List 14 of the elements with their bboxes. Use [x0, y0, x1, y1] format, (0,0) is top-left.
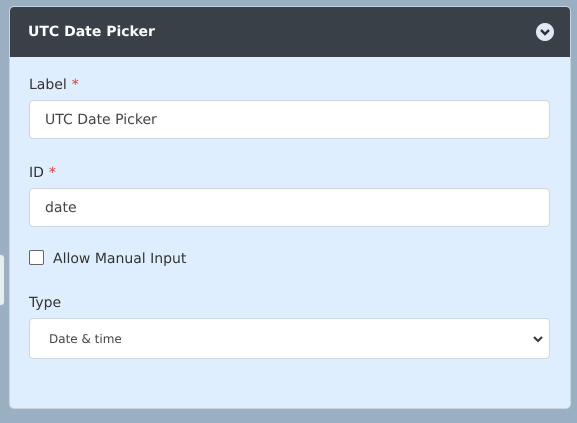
required-mark: * — [48, 165, 56, 181]
field-label: ID — [29, 165, 44, 181]
type-select[interactable]: Date & time — [29, 318, 550, 359]
field-label: Label — [29, 77, 67, 93]
collapse-icon[interactable] — [536, 23, 554, 41]
checkbox-label: Allow Manual Input — [53, 251, 186, 267]
caret-icon — [533, 334, 543, 342]
field-label: Type — [29, 295, 62, 311]
side-handle[interactable] — [0, 255, 4, 305]
text-field[interactable]: UTC Date Picker — [29, 100, 550, 139]
required-mark: * — [72, 77, 79, 93]
panel-title: UTC Date Picker — [28, 24, 155, 40]
text-field[interactable]: date — [29, 188, 550, 227]
checkbox[interactable] — [29, 250, 44, 264]
